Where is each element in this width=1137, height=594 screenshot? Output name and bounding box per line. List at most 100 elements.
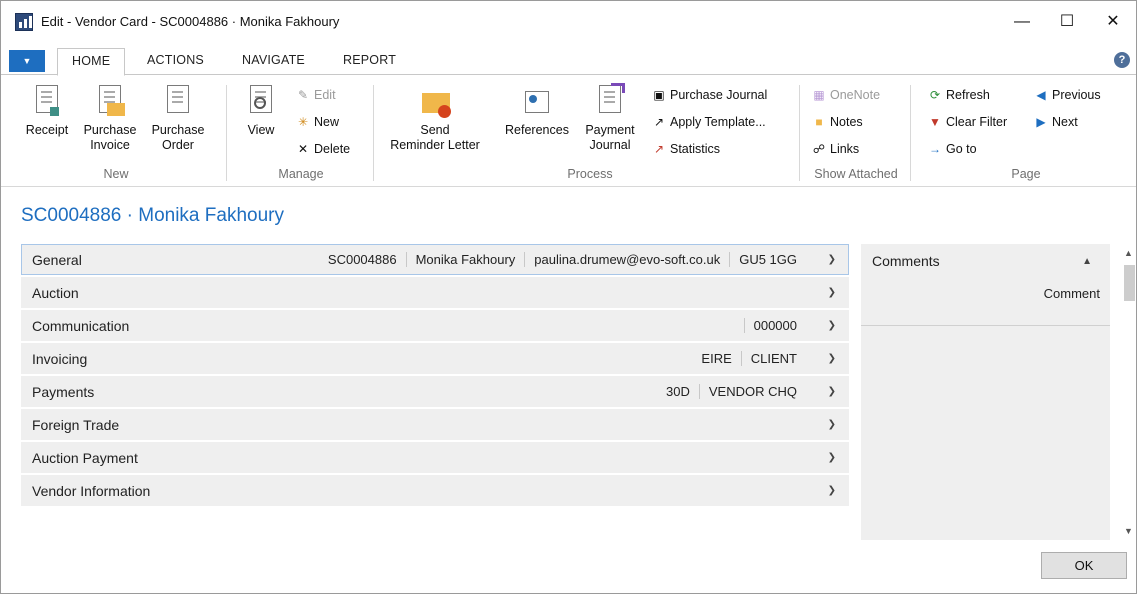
- statistics-label: Statistics: [670, 142, 721, 156]
- customer-type: CLIENT: [740, 351, 806, 366]
- scroll-down-icon[interactable]: ▼: [1124, 526, 1133, 536]
- onenote-button[interactable]: ▦ OneNote: [811, 85, 880, 105]
- previous-label: Previous: [1052, 88, 1101, 102]
- chevron-down-icon[interactable]: ❯: [828, 287, 836, 298]
- posting-group: EIRE: [701, 351, 732, 366]
- fasttabs: General SC0004886 Monika Fakhoury paulin…: [21, 244, 849, 508]
- chevron-down-icon[interactable]: ❯: [828, 320, 836, 331]
- edit-button[interactable]: ✎ Edit: [295, 85, 336, 105]
- group-label-page: Page: [1011, 167, 1041, 181]
- scroll-up-icon[interactable]: ▲: [1124, 248, 1133, 258]
- delete-x-icon: ✕: [297, 142, 309, 156]
- statistics-button[interactable]: ↗ Statistics: [651, 139, 720, 159]
- apply-template-button[interactable]: ↗ Apply Template...: [651, 112, 766, 132]
- close-button[interactable]: ✕: [1090, 7, 1136, 37]
- payment-terms: 30D: [666, 384, 690, 399]
- chevron-down-icon[interactable]: ❯: [828, 353, 836, 364]
- chevron-down-icon[interactable]: ❯: [828, 419, 836, 430]
- purchase-invoice-button[interactable]: Purchase Invoice: [79, 83, 141, 153]
- next-label: Next: [1052, 115, 1078, 129]
- next-button[interactable]: ▶ Next: [1033, 112, 1078, 132]
- go-to-label: Go to: [946, 142, 977, 156]
- new-label: New: [314, 115, 340, 129]
- chevron-down-icon[interactable]: ❯: [828, 386, 836, 397]
- purchase-order-label-1: Purchase: [151, 123, 205, 137]
- help-icon[interactable]: ?: [1114, 52, 1130, 68]
- group-label-new: New: [103, 167, 129, 181]
- fasttab-payments[interactable]: Payments 30D VENDOR CHQ ❯: [21, 376, 849, 407]
- receipt-label: Receipt: [25, 123, 69, 137]
- go-to-button[interactable]: → Go to: [927, 139, 977, 159]
- send-reminder-letter-button[interactable]: Send Reminder Letter: [385, 83, 485, 153]
- references-icon: [522, 83, 552, 119]
- post-code: GU5 1GG: [729, 252, 806, 267]
- payment-journal-icon: [595, 83, 625, 119]
- fasttab-name: Communication: [32, 318, 130, 334]
- vendor-name: Monika Fakhoury: [405, 252, 525, 267]
- payment-journal-label-1: Payment: [585, 123, 635, 137]
- onenote-label: OneNote: [830, 88, 881, 102]
- previous-button[interactable]: ◀ Previous: [1033, 85, 1101, 105]
- ribbon: Receipt Purchase Invoice Purchase Order …: [1, 75, 1136, 187]
- clear-filter-button[interactable]: ▼ Clear Filter: [927, 112, 1007, 132]
- fasttab-summary: 30D VENDOR CHQ: [657, 384, 806, 399]
- fasttab-name: Vendor Information: [32, 483, 151, 499]
- vendor-no: SC0004886: [327, 252, 397, 267]
- send-label-2: Reminder Letter: [390, 138, 480, 152]
- purchase-journal-button[interactable]: ▣ Purchase Journal: [651, 85, 767, 105]
- edit-label: Edit: [314, 88, 336, 102]
- receipt-button[interactable]: Receipt: [21, 83, 73, 138]
- tab-report[interactable]: REPORT: [343, 53, 396, 67]
- view-button[interactable]: View: [241, 83, 281, 138]
- comment-column-header: Comment: [1043, 286, 1100, 301]
- ribbon-tabs: HOME ACTIONS NAVIGATE REPORT ?: [1, 45, 1136, 76]
- new-button[interactable]: ✳ New: [295, 112, 339, 132]
- refresh-button[interactable]: ⟳ Refresh: [927, 85, 990, 105]
- purchase-order-button[interactable]: Purchase Order: [147, 83, 209, 153]
- chevron-up-icon[interactable]: ▲: [1082, 256, 1092, 267]
- envelope-icon: [420, 83, 451, 119]
- fasttab-auction-payment[interactable]: Auction Payment ❯: [21, 442, 849, 473]
- page-title: SC0004886 · Monika Fakhoury: [21, 205, 284, 226]
- purchase-order-icon: [163, 83, 193, 119]
- chevron-down-icon[interactable]: ❯: [828, 452, 836, 463]
- delete-button[interactable]: ✕ Delete: [295, 139, 350, 159]
- fasttab-foreign-trade[interactable]: Foreign Trade ❯: [21, 409, 849, 440]
- chevron-down-icon[interactable]: ❯: [828, 254, 836, 265]
- minimize-button[interactable]: —: [999, 7, 1045, 37]
- title-bar: Edit - Vendor Card - SC0004886 · Monika …: [1, 1, 1136, 45]
- view-icon: [246, 83, 276, 119]
- payment-method: VENDOR CHQ: [698, 384, 806, 399]
- fasttab-name: General: [32, 252, 82, 268]
- references-button[interactable]: References: [501, 83, 573, 138]
- scrollbar-thumb[interactable]: [1124, 265, 1135, 301]
- fasttab-invoicing[interactable]: Invoicing EIRE CLIENT ❯: [21, 343, 849, 374]
- phone-no: 000000: [743, 318, 806, 333]
- payment-journal-button[interactable]: Payment Journal: [579, 83, 641, 153]
- fasttab-auction[interactable]: Auction ❯: [21, 277, 849, 308]
- ok-button[interactable]: OK: [1041, 552, 1127, 579]
- fasttab-general[interactable]: General SC0004886 Monika Fakhoury paulin…: [21, 244, 849, 275]
- window-title: Edit - Vendor Card - SC0004886 · Monika …: [41, 14, 340, 29]
- statistics-icon: ↗: [653, 142, 665, 156]
- fasttab-vendor-information[interactable]: Vendor Information ❯: [21, 475, 849, 506]
- application-menu-button[interactable]: ▼: [9, 50, 45, 72]
- next-icon: ▶: [1036, 115, 1046, 129]
- links-button[interactable]: ☍ Links: [811, 139, 859, 159]
- purchase-invoice-label-2: Invoice: [90, 138, 130, 152]
- arrow-right-icon: →: [929, 142, 941, 156]
- tab-navigate[interactable]: NAVIGATE: [242, 53, 305, 67]
- fasttab-name: Foreign Trade: [32, 417, 120, 433]
- notes-button[interactable]: ■ Notes: [811, 112, 862, 132]
- receipt-icon: [32, 83, 62, 119]
- tab-actions[interactable]: ACTIONS: [147, 53, 204, 67]
- factbox-scrollbar[interactable]: ▲ ▼: [1121, 244, 1136, 540]
- chevron-down-icon[interactable]: ❯: [828, 485, 836, 496]
- references-label: References: [505, 123, 569, 137]
- maximize-button[interactable]: ☐: [1044, 7, 1090, 37]
- links-label: Links: [830, 142, 860, 156]
- fasttab-communication[interactable]: Communication 000000 ❯: [21, 310, 849, 341]
- vendor-email: paulina.drumew@evo-soft.co.uk: [524, 252, 729, 267]
- app-icon: [15, 13, 33, 31]
- tab-home[interactable]: HOME: [57, 48, 126, 76]
